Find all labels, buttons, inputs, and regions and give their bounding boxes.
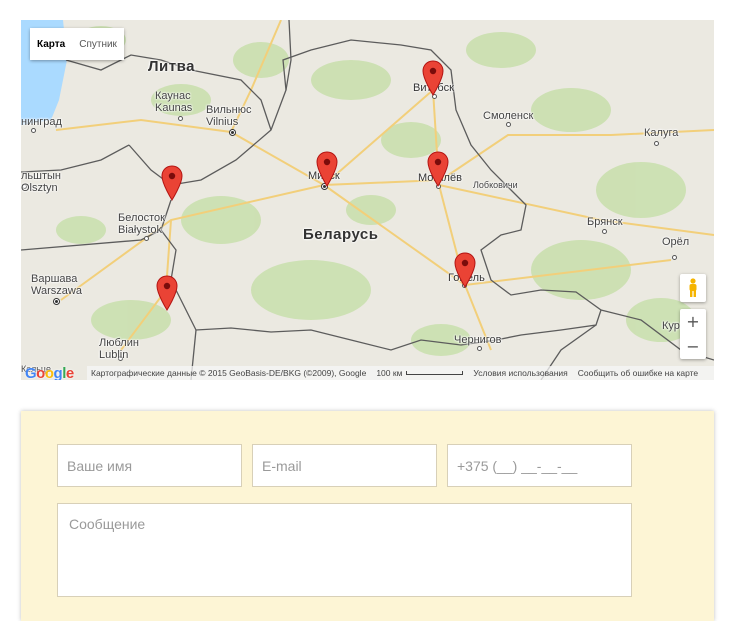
map-scale-label: 100 км bbox=[376, 368, 403, 378]
name-input[interactable] bbox=[57, 444, 242, 487]
map-attribution: Google Картографические данные © 2015 Ge… bbox=[21, 364, 714, 381]
message-textarea[interactable] bbox=[57, 503, 632, 597]
map-base[interactable] bbox=[21, 20, 714, 380]
pegman-icon bbox=[689, 278, 697, 297]
map-marker-vitebsk[interactable] bbox=[422, 60, 444, 96]
forest-areas bbox=[56, 26, 696, 356]
map-marker-grodno[interactable] bbox=[161, 165, 183, 201]
city-dot-vilnius bbox=[230, 130, 235, 135]
city-label-bryansk: Брянск bbox=[587, 216, 623, 228]
city-label-chernigov: Чернигов bbox=[454, 334, 502, 346]
map-type-satellite-button[interactable]: Спутник bbox=[72, 28, 124, 60]
map-type-map-button[interactable]: Карта bbox=[30, 28, 73, 60]
city-dot-kaunas bbox=[178, 116, 183, 121]
map-marker-mogilev[interactable] bbox=[427, 151, 449, 187]
city-label-kaliningrad: нинград bbox=[21, 116, 62, 128]
city-label-warsaw: Варшава Warszawa bbox=[31, 273, 82, 297]
city-label-lobkovichi: Лобковичи bbox=[473, 180, 518, 190]
zoom-out-button[interactable]: − bbox=[680, 334, 706, 359]
map-report-error-link[interactable]: Сообщить об ошибке на карте bbox=[578, 368, 698, 378]
city-label-orel: Орёл bbox=[662, 236, 690, 248]
city-label-smolensk: Смоленск bbox=[483, 110, 534, 122]
city-dot-kaluga bbox=[654, 141, 659, 146]
phone-input[interactable] bbox=[447, 444, 632, 487]
city-dot-orel bbox=[672, 255, 677, 260]
city-label-lublin: Люблин Lublin bbox=[99, 337, 139, 361]
city-dot-bryansk bbox=[602, 229, 607, 234]
map-data-attribution: Картографические данные © 2015 GeoBasis-… bbox=[91, 368, 367, 378]
country-label-belarus: Беларусь bbox=[303, 226, 379, 243]
email-input[interactable] bbox=[252, 444, 437, 487]
city-dot-kaliningrad bbox=[31, 128, 36, 133]
city-dot-warsaw bbox=[54, 299, 59, 304]
zoom-control: + − bbox=[680, 309, 706, 359]
street-view-pegman[interactable] bbox=[680, 274, 706, 302]
map-terms-link[interactable]: Условия использования bbox=[473, 368, 567, 378]
country-label-lithuania: Литва bbox=[148, 58, 195, 75]
city-label-kaluga: Калуга bbox=[644, 127, 679, 139]
city-dot-belostok bbox=[144, 236, 149, 241]
attribution-strip: Картографические данные © 2015 GeoBasis-… bbox=[87, 366, 714, 380]
map-scale-bar bbox=[406, 371, 464, 375]
zoom-in-button[interactable]: + bbox=[680, 309, 706, 334]
map-marker-brest[interactable] bbox=[156, 275, 178, 311]
city-label-olsztyn: льштын Olsztyn bbox=[21, 170, 61, 194]
city-dot-smolensk bbox=[506, 122, 511, 127]
city-dot-chernigov bbox=[477, 346, 482, 351]
city-label-belostok: Белосток Białystok bbox=[118, 212, 165, 236]
contact-form-panel bbox=[21, 411, 714, 621]
map-marker-gomel[interactable] bbox=[454, 252, 476, 288]
map-widget[interactable]: Литва Беларусь Каунас Kaunas Вильнюс Vilni… bbox=[21, 20, 714, 380]
city-label-kaunas: Каунас Kaunas bbox=[155, 90, 193, 114]
city-label-vilnius: Вильнюс Vilnius bbox=[206, 104, 252, 128]
map-type-control: Карта Спутник bbox=[30, 28, 124, 60]
map-marker-minsk[interactable] bbox=[316, 151, 338, 187]
google-logo: Google bbox=[25, 364, 74, 381]
